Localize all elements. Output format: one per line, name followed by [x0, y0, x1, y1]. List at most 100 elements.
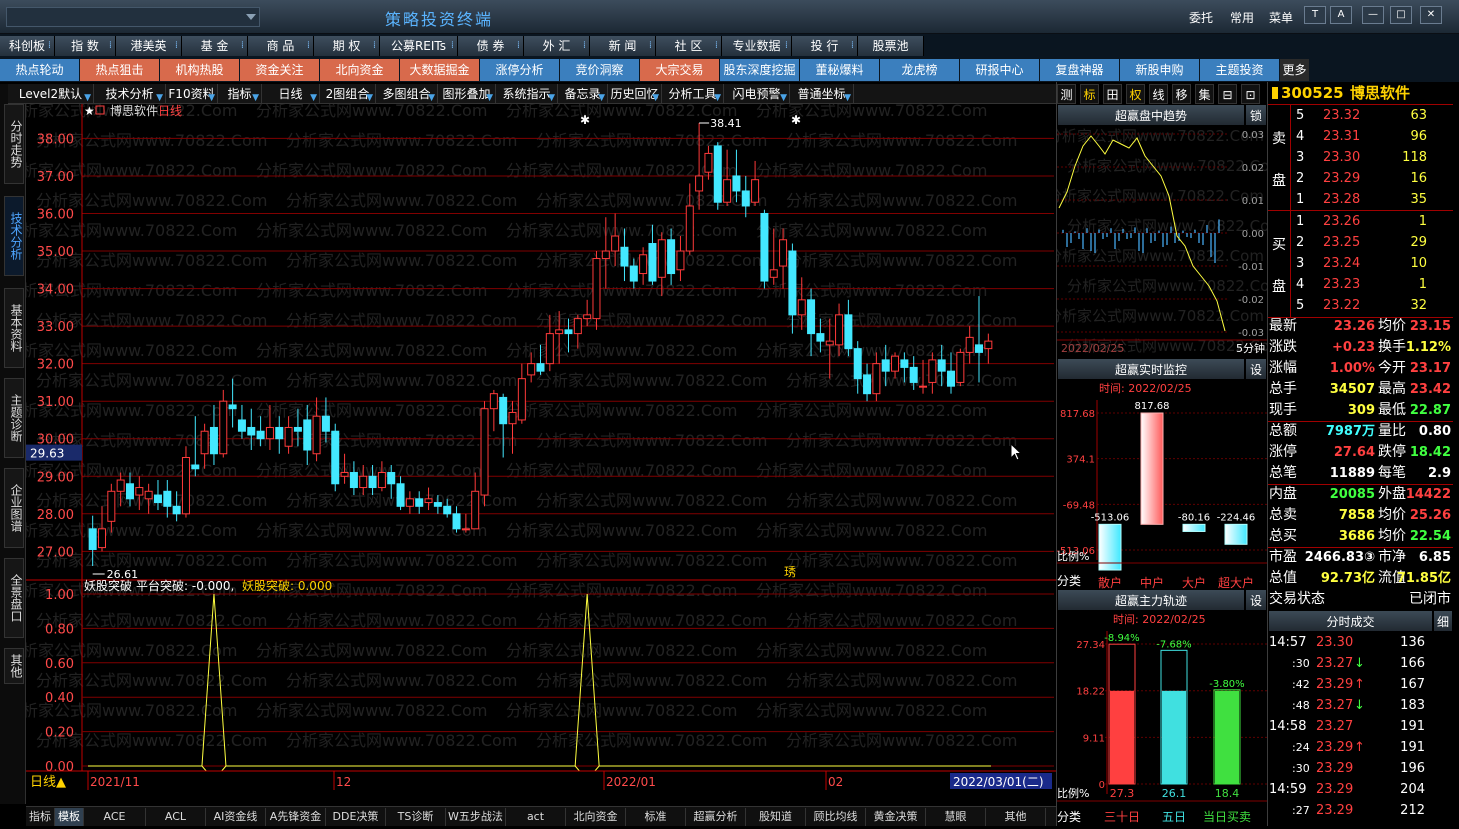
panel-tab-2[interactable]: 田	[1103, 84, 1122, 104]
nav-item-12[interactable]: 研报中心	[960, 59, 1040, 81]
toolbar-btn-13[interactable]: 普通坐标 ▼	[790, 84, 854, 104]
left-tab-3[interactable]: 主题诊断	[4, 378, 24, 458]
stock-code: 300525	[1281, 84, 1344, 102]
menu-item-11[interactable]: 专业数据 ⁞	[722, 36, 792, 56]
toolbar-btn-11[interactable]: 分析工具 ▼	[662, 84, 724, 104]
left-tab-0[interactable]: 分时走势	[4, 104, 24, 184]
menu-item-12[interactable]: 投 行 ⁞	[792, 36, 858, 56]
dropdown-arrow-icon[interactable]	[246, 14, 256, 20]
nav-item-11[interactable]: 龙虎榜	[880, 59, 960, 81]
detail-button[interactable]: 细	[1433, 610, 1453, 632]
track-settings-button[interactable]: 设	[1245, 589, 1267, 611]
indicator-tab-4[interactable]: AI资金线	[206, 808, 266, 826]
panel-tab-7[interactable]: ⊟	[1218, 84, 1237, 104]
toolbar-btn-4[interactable]: 日线 ▼	[262, 84, 320, 104]
menu-item-5[interactable]: 期 权 ⁞	[314, 36, 380, 56]
panel-tab-5[interactable]: 移	[1172, 84, 1191, 104]
left-tab-6[interactable]: 其他	[4, 648, 24, 684]
left-tab-4[interactable]: 企业图谱	[4, 468, 24, 548]
maximize-button[interactable]: □	[1390, 6, 1412, 24]
monitor-settings-button[interactable]: 设	[1245, 358, 1267, 380]
a-button[interactable]: A	[1330, 6, 1352, 24]
nav-item-16[interactable]: 更多	[1280, 59, 1310, 81]
nav-item-9[interactable]: 股东深度挖掘	[720, 59, 800, 81]
lock-button[interactable]: 锁	[1245, 104, 1267, 126]
indicator-tab-11[interactable]: 标准	[626, 808, 686, 826]
menu-item-4[interactable]: 商 品 ⁞	[248, 36, 314, 56]
indicator-tab-1[interactable]: 模板	[55, 808, 84, 826]
indicator-tab-6[interactable]: DDE决策	[326, 808, 386, 826]
entrust-link[interactable]: 委托	[1189, 9, 1213, 26]
toolbar-btn-0[interactable]: Level2默认 ▼	[8, 84, 94, 104]
nav-item-2[interactable]: 机构热股	[160, 59, 240, 81]
menu-item-0[interactable]: 科创板 ⁞	[0, 36, 55, 56]
panel-tab-3[interactable]: 权	[1126, 84, 1145, 104]
panel-tab-1[interactable]: 标	[1080, 84, 1099, 104]
indicator-tab-9[interactable]: act	[506, 808, 566, 826]
toolbar-btn-7[interactable]: 图形叠加 ▼	[438, 84, 496, 104]
nav-item-1[interactable]: 热点狙击	[80, 59, 160, 81]
left-tab-5[interactable]: 全景盘口	[4, 558, 24, 638]
indicator-tab-14[interactable]: 顾比均线	[806, 808, 866, 826]
nav-item-3[interactable]: 资金关注	[240, 59, 320, 81]
nav-item-10[interactable]: 董秘爆料	[800, 59, 880, 81]
toolbar-btn-8[interactable]: 系统指示 ▼	[496, 84, 558, 104]
indicator-tab-15[interactable]: 黄金决策	[866, 808, 926, 826]
menu-item-8[interactable]: 外 汇 ⁞	[524, 36, 590, 56]
nav-item-13[interactable]: 复盘神器	[1040, 59, 1120, 81]
nav-item-15[interactable]: 主题投资	[1200, 59, 1280, 81]
toolbar-btn-10[interactable]: 历史回忆 ▼	[608, 84, 662, 104]
menu-item-7[interactable]: 债 券 ⁞	[458, 36, 524, 56]
indicator-tab-0[interactable]: 指标	[26, 808, 55, 826]
close-button[interactable]: ✕	[1420, 6, 1442, 24]
menu-item-3[interactable]: 基 金 ⁞	[182, 36, 248, 56]
nav-item-4[interactable]: 北向资金	[320, 59, 400, 81]
indicator-tab-8[interactable]: W五步战法	[446, 808, 506, 826]
event-marker-icon[interactable]: ✱	[580, 113, 590, 127]
indicator-tab-10[interactable]: 北向资金	[566, 808, 626, 826]
event-marker-icon[interactable]: ✱	[791, 113, 801, 127]
nav-item-8[interactable]: 大宗交易	[640, 59, 720, 81]
period-selector[interactable]: 日线▲	[30, 775, 66, 790]
menu-item-6[interactable]: 公募REITs ⁞	[380, 36, 458, 56]
minimize-button[interactable]: —	[1362, 6, 1384, 24]
toolbar-btn-1[interactable]: 技术分析 ▼	[94, 84, 166, 104]
bid-row: 5 23.22 32	[1268, 295, 1453, 316]
toolbar-btn-6[interactable]: 多图组合 ▼	[376, 84, 438, 104]
t-button[interactable]: T	[1304, 6, 1326, 24]
nav-item-14[interactable]: 新股申购	[1120, 59, 1200, 81]
common-link[interactable]: 常用	[1230, 9, 1254, 26]
search-input[interactable]	[6, 7, 260, 27]
indicator-tab-12[interactable]: 超赢分析	[686, 808, 746, 826]
nav-item-5[interactable]: 大数据掘金	[400, 59, 480, 81]
panel-tab-6[interactable]: 集	[1195, 84, 1214, 104]
indicator-tab-7[interactable]: TS诊断	[386, 808, 446, 826]
indicator-tab-17[interactable]: 其他	[986, 808, 1046, 826]
panel-tab-4[interactable]: 线	[1149, 84, 1168, 104]
indicator-tab-3[interactable]: ACL	[146, 808, 206, 826]
toolbar-btn-2[interactable]: F10资料 ▼	[166, 84, 218, 104]
left-tab-1[interactable]: 技术分析	[4, 196, 24, 276]
nav-item-7[interactable]: 竞价洞察	[560, 59, 640, 81]
menu-item-13[interactable]: 股票池	[858, 36, 924, 56]
toolbar-btn-3[interactable]: 指标 ▼	[218, 84, 262, 104]
menu-link[interactable]: 菜单	[1269, 9, 1293, 26]
menu-item-10[interactable]: 社 区 ⁞	[656, 36, 722, 56]
nav-item-6[interactable]: 涨停分析	[480, 59, 560, 81]
indicator-tab-16[interactable]: 慧眼	[926, 808, 986, 826]
panel-tab-0[interactable]: 测	[1057, 84, 1076, 104]
kline-chart[interactable]: 分析家公式网www.70822.Com 分析家公式网www.70822.Com 分析…	[6, 101, 1056, 791]
menu-item-9[interactable]: 新 闻 ⁞	[590, 36, 656, 56]
indicator-tab-5[interactable]: A先锋资金	[266, 808, 326, 826]
indicator-tab-2[interactable]: ACE	[84, 808, 146, 826]
toolbar-btn-9[interactable]: 备忘录 ▼	[558, 84, 608, 104]
menu-item-2[interactable]: 港美英 ⁞	[116, 36, 182, 56]
toolbar-btn-12[interactable]: 闪电预警 ▼	[724, 84, 790, 104]
panel-tab-8[interactable]: ⊡	[1241, 84, 1260, 104]
chart-area[interactable]: 分析家公式网www.70822.Com 分析家公式网www.70822.Com 分析…	[6, 101, 1056, 791]
left-tab-2[interactable]: 基本资料	[4, 288, 24, 368]
nav-item-0[interactable]: 热点轮动	[0, 59, 80, 81]
menu-item-1[interactable]: 指 数 ⁞	[55, 36, 116, 56]
indicator-tab-13[interactable]: 股知道	[746, 808, 806, 826]
toolbar-btn-5[interactable]: 2图组合 ▼	[320, 84, 376, 104]
